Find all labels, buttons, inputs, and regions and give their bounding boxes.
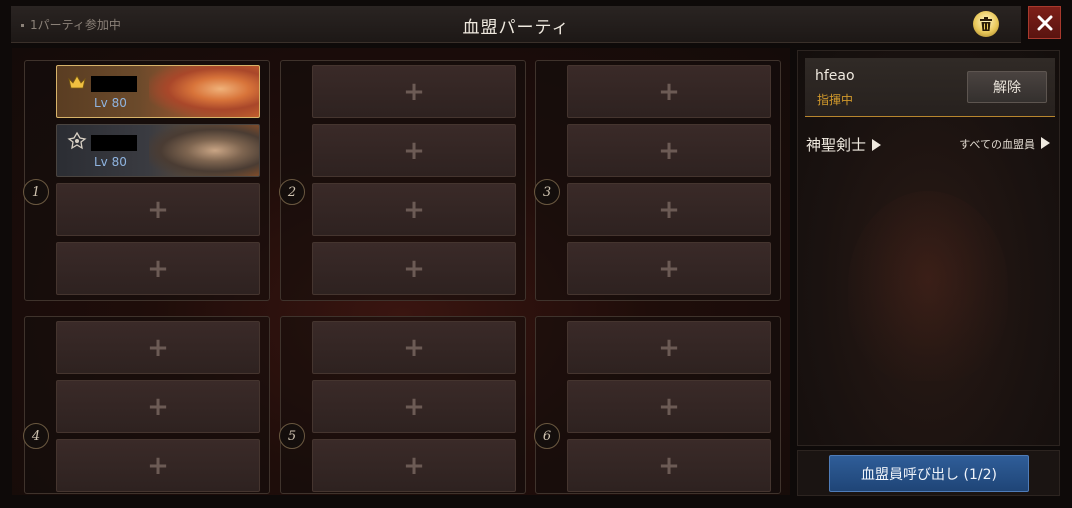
party-number-badge: 1 — [23, 179, 49, 205]
member-panel: hfeao 指揮中 解除 神聖剣士 すべての血盟員 — [797, 50, 1060, 446]
close-icon — [1037, 15, 1052, 30]
empty-slot[interactable]: + — [56, 242, 260, 295]
party-number-badge: 5 — [279, 423, 305, 449]
plus-icon: + — [403, 253, 425, 284]
plus-icon: + — [403, 391, 425, 422]
trash-button[interactable] — [973, 11, 999, 37]
plus-icon: + — [658, 76, 680, 107]
party-5: + + +5 — [279, 316, 526, 494]
plus-icon: + — [403, 76, 425, 107]
triangle-right-icon — [872, 139, 882, 151]
party-number-badge: 4 — [23, 423, 49, 449]
character-portrait — [149, 125, 259, 176]
empty-slot[interactable]: + — [312, 65, 516, 118]
plus-icon: + — [147, 332, 169, 363]
party-member-slot[interactable]: Lv 80 — [56, 124, 260, 177]
plus-icon: + — [403, 332, 425, 363]
empty-slot[interactable]: + — [567, 242, 771, 295]
party-6: + + +6 — [534, 316, 781, 494]
empty-slot[interactable]: + — [567, 124, 771, 177]
plus-icon: + — [658, 450, 680, 481]
release-button[interactable]: 解除 — [967, 71, 1047, 103]
plus-icon: + — [403, 194, 425, 225]
empty-slot[interactable]: + — [567, 439, 771, 492]
empty-slot[interactable]: + — [312, 321, 516, 374]
summon-members-button[interactable]: 血盟員呼び出し (1/2) — [829, 455, 1029, 492]
empty-slot[interactable]: + — [312, 183, 516, 236]
knight-emblem-icon — [67, 131, 87, 150]
empty-slot[interactable]: + — [567, 65, 771, 118]
plus-icon: + — [658, 332, 680, 363]
empty-slot[interactable]: + — [312, 380, 516, 433]
plus-icon: + — [147, 194, 169, 225]
clan-emblem-watermark — [848, 191, 1008, 381]
empty-slot[interactable]: + — [567, 321, 771, 374]
crown-icon — [68, 75, 86, 89]
summon-bar: 血盟員呼び出し (1/2) — [797, 450, 1060, 496]
member-level: Lv 80 — [94, 155, 127, 169]
leader-name: hfeao — [815, 68, 855, 84]
plus-icon: + — [403, 450, 425, 481]
close-button[interactable] — [1028, 6, 1061, 39]
party-3: + + + +3 — [534, 60, 781, 301]
empty-slot[interactable]: + — [56, 439, 260, 492]
party-1: Lv 80 Lv 80 + +1 — [23, 60, 270, 301]
plus-icon: + — [658, 194, 680, 225]
plus-icon: + — [147, 253, 169, 284]
party-leader-card: hfeao 指揮中 解除 — [805, 58, 1055, 117]
empty-slot[interactable]: + — [312, 124, 516, 177]
party-member-slot[interactable]: Lv 80 — [56, 65, 260, 118]
character-portrait — [149, 66, 259, 117]
party-number-badge: 3 — [534, 179, 560, 205]
trash-icon — [980, 16, 992, 31]
empty-slot[interactable]: + — [56, 380, 260, 433]
party-grid: Lv 80 Lv 80 + +1 + + + +2 + + + +3 + + +4 + + +5 + + +6 — [12, 48, 790, 495]
empty-slot[interactable]: + — [56, 183, 260, 236]
all-members-dropdown[interactable]: すべての血盟員 — [959, 136, 1050, 152]
redacted-name — [91, 76, 137, 92]
empty-slot[interactable]: + — [312, 242, 516, 295]
redacted-name — [91, 135, 137, 151]
member-level: Lv 80 — [94, 96, 127, 110]
party-number-badge: 6 — [534, 423, 560, 449]
triangle-right-icon — [1041, 137, 1050, 149]
empty-slot[interactable]: + — [312, 439, 516, 492]
plus-icon: + — [147, 450, 169, 481]
plus-icon: + — [658, 253, 680, 284]
empty-slot[interactable]: + — [56, 321, 260, 374]
class-filter-dropdown[interactable]: 神聖剣士 — [806, 134, 882, 155]
plus-icon: + — [658, 391, 680, 422]
plus-icon: + — [658, 135, 680, 166]
filter-row: 神聖剣士 すべての血盟員 — [805, 134, 1055, 154]
leader-status: 指揮中 — [817, 93, 854, 107]
empty-slot[interactable]: + — [567, 380, 771, 433]
plus-icon: + — [403, 135, 425, 166]
empty-slot[interactable]: + — [567, 183, 771, 236]
party-2: + + + +2 — [279, 60, 526, 301]
party-number-badge: 2 — [279, 179, 305, 205]
header-bar: 1パーティ参加中 血盟パーティ — [11, 6, 1021, 43]
plus-icon: + — [147, 391, 169, 422]
party-4: + + +4 — [23, 316, 270, 494]
page-title: 血盟パーティ — [462, 18, 570, 38]
